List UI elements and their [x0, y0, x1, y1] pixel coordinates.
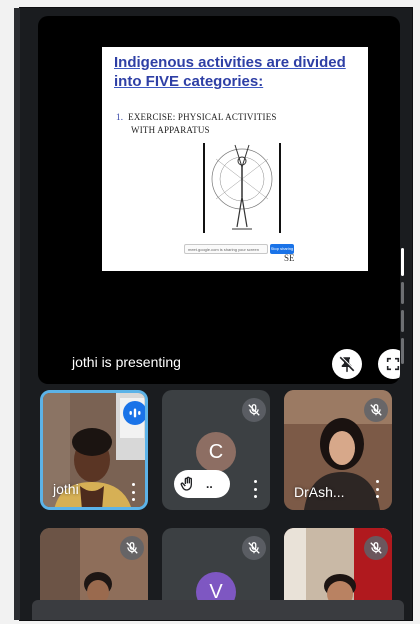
slide-item-number: 1.: [116, 112, 124, 122]
slide-list-item: 1. EXERCISE: PHYSICAL ACTIVITIES WITH APP…: [116, 111, 356, 137]
participant-name: DrAsh...: [294, 484, 345, 500]
participant-avatar: C: [196, 432, 236, 472]
raised-hand-label: ..: [206, 477, 213, 491]
mic-off-indicator: [364, 398, 388, 422]
speaking-indicator: [123, 401, 145, 425]
shared-slide: Indigenous activities are divided into F…: [102, 47, 368, 271]
slide-title: Indigenous activities are divided into F…: [114, 54, 346, 90]
presenting-label: jothi is presenting: [72, 354, 181, 370]
meet-call-screen: Indigenous activities are divided into F…: [20, 8, 412, 620]
fullscreen-button[interactable]: [378, 349, 400, 379]
participant-tile-drash[interactable]: DrAsh...: [284, 390, 392, 510]
scrollbar[interactable]: [401, 248, 404, 368]
slide-footer: SE: [188, 253, 298, 263]
more-options-icon[interactable]: [248, 478, 262, 500]
exercise-figure-illustration: [203, 143, 281, 233]
mic-off-indicator: [242, 536, 266, 560]
mic-off-indicator: [120, 536, 144, 560]
slide-footer-tail: SE: [284, 253, 295, 263]
fullscreen-icon: [386, 357, 400, 371]
mic-off-icon: [370, 404, 382, 416]
scrollbar-segment: [401, 282, 404, 304]
pin-off-icon: [339, 356, 355, 373]
participant-tile-c[interactable]: C ..: [162, 390, 270, 510]
audio-level-icon: [129, 408, 141, 418]
unpin-button[interactable]: [332, 349, 362, 379]
participant-tile-jothi[interactable]: jothi: [40, 390, 148, 510]
mic-off-icon: [248, 542, 260, 554]
slide-item-line1: EXERCISE: PHYSICAL ACTIVITIES: [128, 112, 277, 122]
raised-hand-icon: [180, 476, 192, 491]
presentation-view[interactable]: Indigenous activities are divided into F…: [38, 16, 400, 384]
bottom-control-bar[interactable]: [32, 600, 404, 620]
mic-off-icon: [370, 542, 382, 554]
mic-off-icon: [126, 542, 138, 554]
raised-hand-chip: ..: [174, 470, 230, 498]
mic-off-indicator: [364, 536, 388, 560]
more-options-icon[interactable]: [126, 481, 140, 503]
mic-off-icon: [248, 404, 260, 416]
more-options-icon[interactable]: [370, 478, 384, 500]
participant-name: jothi: [53, 481, 79, 497]
scrollbar-thumb[interactable]: [401, 248, 404, 276]
mic-off-indicator: [242, 398, 266, 422]
slide-item-line2: WITH APPARATUS: [131, 125, 210, 135]
scrollbar-segment: [401, 338, 404, 364]
scrollbar-segment: [401, 310, 404, 332]
